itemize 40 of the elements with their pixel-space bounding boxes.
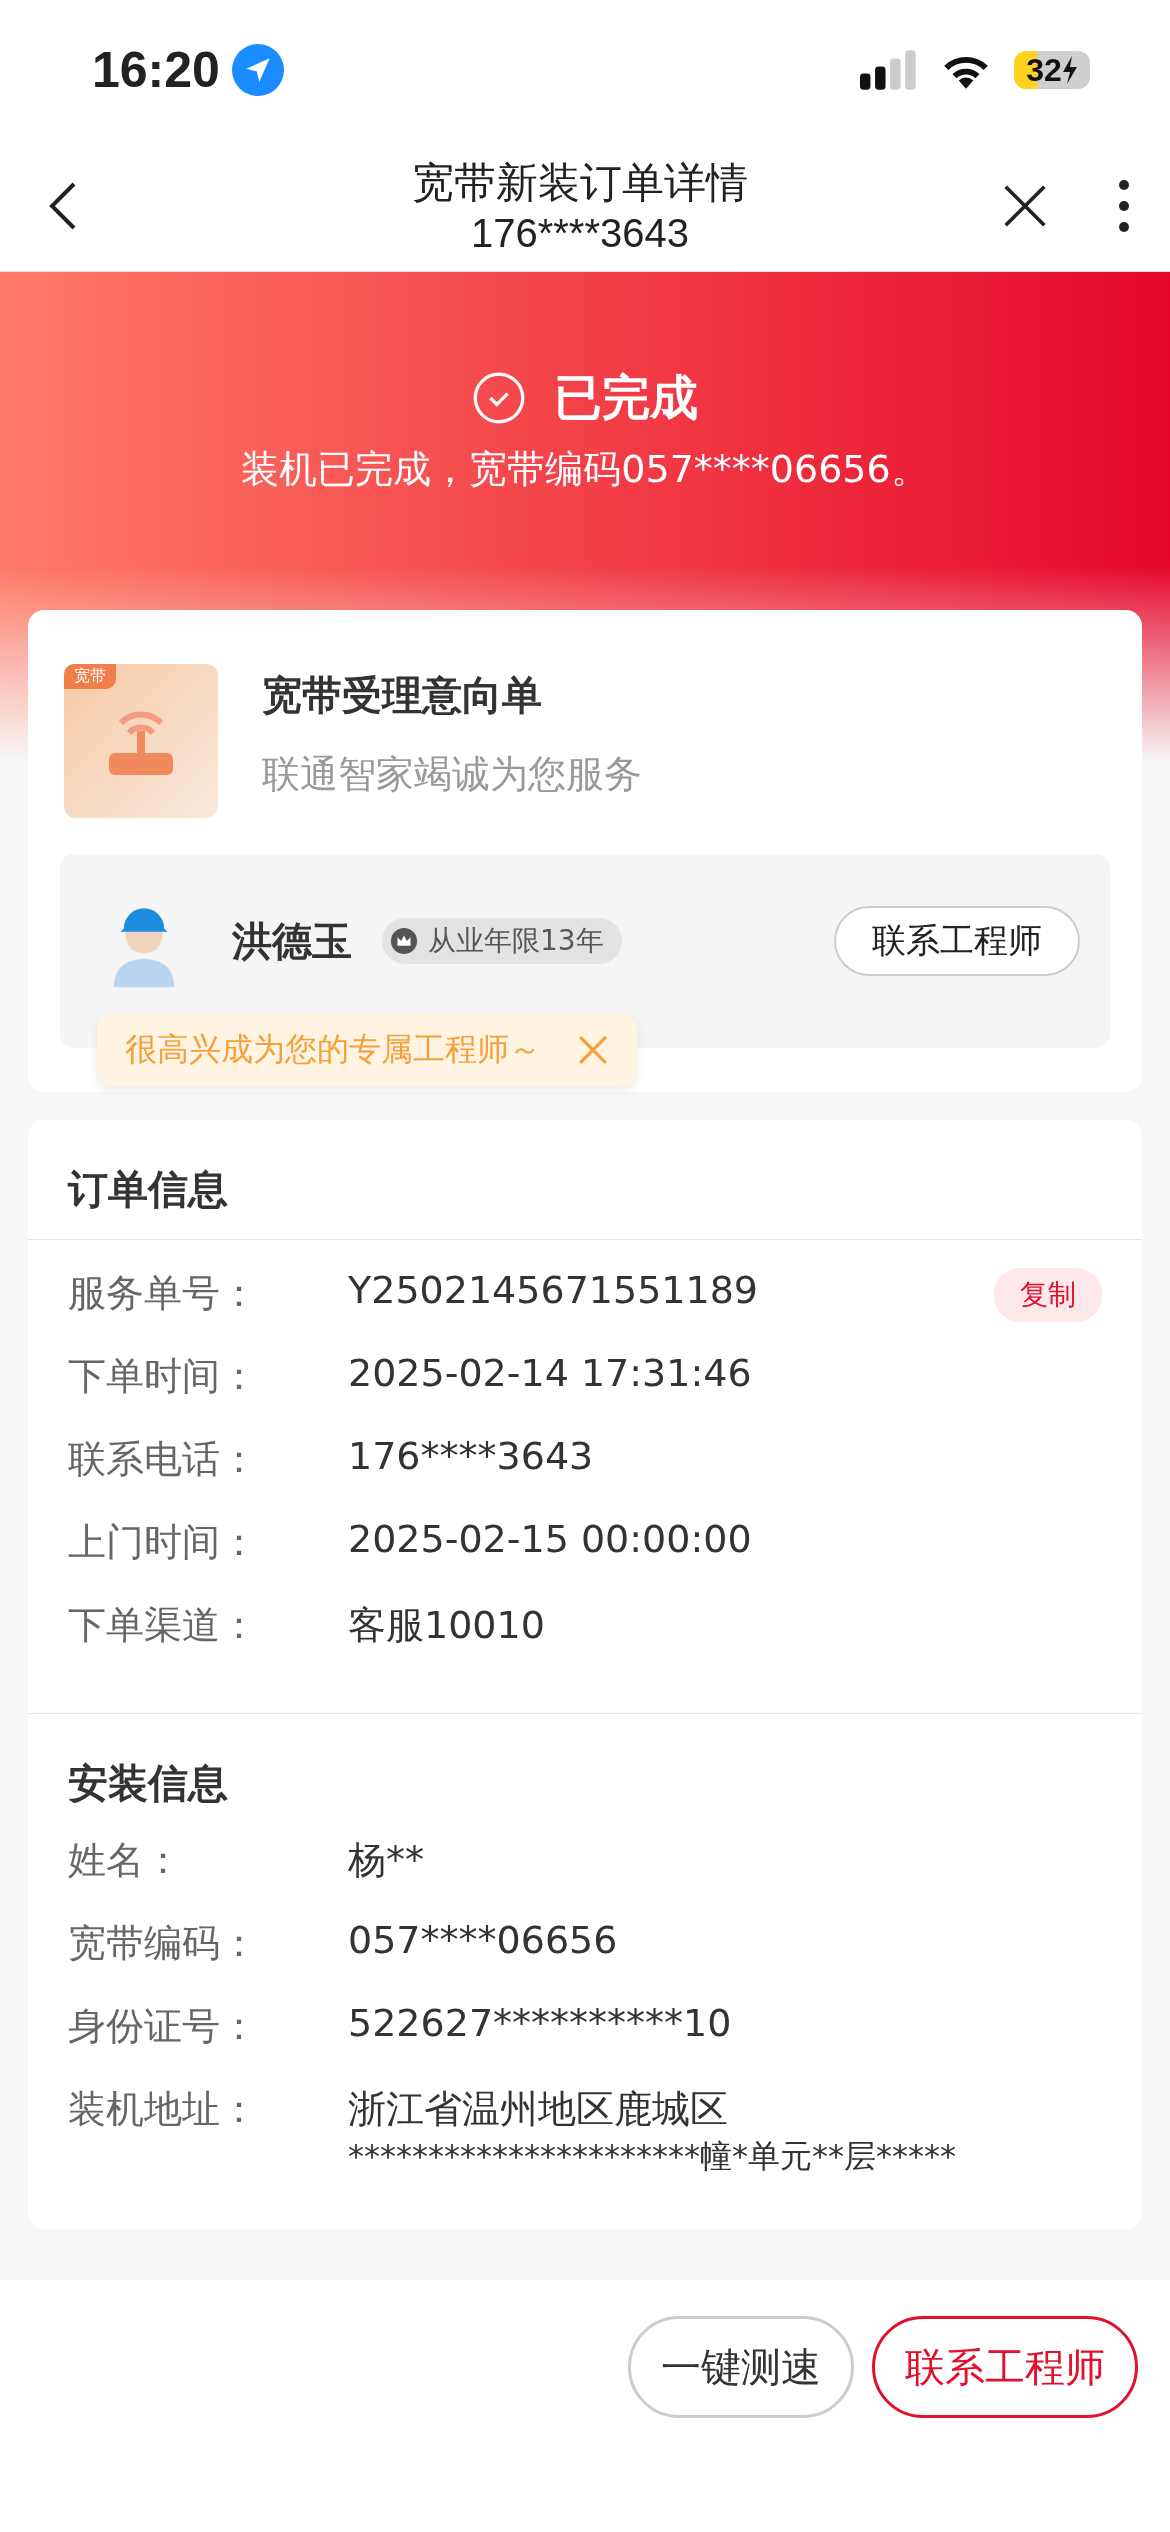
more-icon[interactable] [1118, 178, 1130, 233]
action-button[interactable]: 一键测速 [628, 2316, 854, 2418]
field-value: 176****3643 [348, 1434, 594, 1478]
field-value: 522627**********10 [348, 2001, 732, 2045]
status-title: 已完成 [554, 368, 698, 427]
field-label: 下单渠道： [68, 1602, 259, 1649]
section-title: 安装信息 [67, 1759, 229, 1808]
field-value: 057****06656 [348, 1918, 618, 1962]
field-label: 联系电话： [68, 1436, 259, 1483]
field-label: 宽带编码： [68, 1920, 259, 1967]
product-subtitle: 联通智家竭诚为您服务 [262, 751, 642, 798]
copy-button[interactable]: 复制 [994, 1268, 1102, 1322]
field-label: 姓名： [68, 1837, 183, 1884]
field-value: 浙江省温州地区鹿城区 [348, 2086, 729, 2133]
field-value: 客服10010 [348, 1602, 545, 1649]
page-title: 宽带新装订单详情 [411, 157, 749, 209]
product-title: 宽带受理意向单 [262, 671, 543, 720]
tooltip-text: 很高兴成为您的专属工程师～ [125, 1029, 541, 1070]
section-title: 订单信息 [28, 1120, 1142, 1240]
check-circle-icon [472, 371, 526, 425]
status-message: 装机已完成，宽带编码057****06656。 [240, 446, 930, 493]
field-value: Y2502145671551189 [348, 1268, 759, 1312]
product-badge: 宽带 [64, 664, 116, 689]
field-label: 装机地址： [68, 2086, 259, 2133]
field-value: 2025-02-14 17:31:46 [348, 1351, 752, 1395]
field-value: **********************幢*单元**层***** [348, 2136, 956, 2177]
field-label: 身份证号： [68, 2003, 259, 2050]
field-label: 下单时间： [68, 1353, 259, 1400]
page-subtitle: 176****3643 [470, 211, 690, 256]
field-value: 杨** [348, 1837, 424, 1884]
status-time: 16:20 [92, 41, 220, 99]
contact-engineer-button[interactable]: 联系工程师 [834, 906, 1080, 976]
field-label: 服务单号： [68, 1270, 259, 1317]
field-label: 上门时间： [68, 1519, 259, 1566]
field-value: 2025-02-15 00:00:00 [348, 1517, 752, 1561]
signal-icon [860, 50, 918, 90]
action-button[interactable]: 联系工程师 [872, 2316, 1138, 2418]
engineer-name: 洪德玉 [232, 916, 352, 966]
experience-text: 从业年限13年 [428, 923, 604, 959]
crown-icon [390, 927, 418, 955]
